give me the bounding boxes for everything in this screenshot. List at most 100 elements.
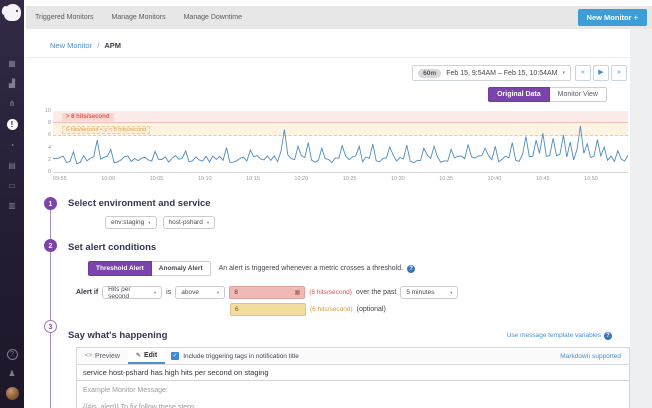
- monitor-steps: 1 2 3 Select environment and service env…: [24, 194, 630, 408]
- y-axis-tick: 2: [39, 157, 51, 163]
- time-span-badge: 60m: [418, 69, 441, 78]
- monitors-topnav: Triggered Monitors Manage Monitors Manag…: [26, 6, 652, 29]
- x-axis-tick: 10:05: [150, 176, 164, 182]
- step-3-badge: 3: [44, 320, 57, 333]
- monitor-title-input[interactable]: service host-pshard has high hits per se…: [76, 365, 630, 381]
- breadcrumb-current: APM: [104, 41, 121, 50]
- infrastructure-icon[interactable]: ▟: [6, 79, 18, 88]
- tab-edit[interactable]: ✎ Edit: [128, 348, 165, 364]
- chevron-down-icon: ▾: [148, 220, 150, 226]
- main-content: Triggered Monitors Manage Monitors Manag…: [24, 0, 652, 408]
- message-line: {{#is_alert}} To fix follow these steps: [83, 403, 623, 408]
- message-blank-line: [83, 395, 623, 403]
- step-2-title: Set alert conditions: [68, 242, 630, 253]
- help-icon[interactable]: ?: [7, 349, 18, 360]
- message-template-link[interactable]: Use message template variables ?: [507, 332, 612, 340]
- screenboards-icon[interactable]: ▭: [6, 181, 18, 190]
- tab-manage-monitors[interactable]: Manage Monitors: [103, 14, 175, 21]
- metrics-icon[interactable]: ◔: [6, 141, 18, 150]
- help-icon[interactable]: ?: [407, 265, 415, 273]
- metric-line-series: [53, 111, 628, 173]
- time-window-select[interactable]: 5 minutes ▾: [400, 286, 458, 299]
- datadog-logo-icon[interactable]: [4, 4, 21, 21]
- step-3-title: Say what's happening: [68, 330, 167, 341]
- breadcrumb-new-monitor-link[interactable]: New Monitor: [50, 41, 92, 50]
- warning-band-label: 6 hits/second < y < 8 hits/second: [62, 126, 150, 134]
- breadcrumb-separator: /: [97, 41, 99, 50]
- tab-preview[interactable]: <> Preview: [77, 348, 128, 364]
- breadcrumb: New Monitor / APM: [50, 41, 121, 50]
- comparator-value: above: [181, 289, 199, 296]
- include-tags-checkbox[interactable]: ✓ Include triggering tags in notificatio…: [171, 352, 299, 360]
- x-axis-tick: 10:25: [343, 176, 357, 182]
- alert-threshold-input[interactable]: 8 ▦: [229, 286, 305, 299]
- time-play-button[interactable]: ▶: [593, 65, 609, 81]
- metric-value: Hits per second: [108, 286, 150, 300]
- env-filter-value: env:staging: [111, 219, 144, 226]
- time-back-button[interactable]: «: [575, 65, 591, 81]
- monitor-message-textarea[interactable]: Example Monitor Message: {{#is_alert}} T…: [76, 381, 630, 408]
- message-editor-tabbar: <> Preview ✎ Edit ✓ Include triggering t…: [76, 347, 630, 365]
- team-icon[interactable]: ♟: [6, 369, 18, 378]
- alert-threshold-value: 8: [234, 289, 238, 296]
- is-label: is: [166, 289, 171, 296]
- step-2-badge: 2: [44, 239, 57, 252]
- x-axis-tick: 10:00: [101, 176, 115, 182]
- alert-if-label: Alert if: [76, 289, 98, 296]
- include-tags-label: Include triggering tags in notification …: [183, 353, 299, 360]
- x-axis-tick: 09:55: [53, 176, 67, 182]
- monitors-icon[interactable]: !: [7, 119, 18, 130]
- y-axis-tick: 8: [39, 120, 51, 126]
- notebooks-icon[interactable]: ▥: [6, 201, 18, 210]
- step-1-badge: 1: [44, 197, 57, 210]
- warning-threshold-input[interactable]: 6: [230, 303, 306, 316]
- x-axis-tick: 10:20: [294, 176, 308, 182]
- tab-preview-label: Preview: [95, 353, 120, 360]
- comparator-select[interactable]: above ▾: [175, 286, 225, 299]
- x-axis-tick: 10:15: [246, 176, 260, 182]
- chevron-down-icon: ▾: [154, 290, 156, 296]
- step-1-title: Select environment and service: [68, 198, 630, 209]
- pencil-icon: ✎: [136, 352, 141, 359]
- threshold-alert-button[interactable]: Threshold Alert: [88, 261, 152, 276]
- metric-select[interactable]: Hits per second ▾: [102, 286, 162, 299]
- env-filter-select[interactable]: env:staging ▾: [105, 216, 157, 229]
- markdown-supported-link[interactable]: Markdown supported: [560, 353, 621, 360]
- dashboards-icon[interactable]: ▦: [6, 59, 18, 68]
- x-axis-tick: 10:30: [391, 176, 405, 182]
- time-forward-button[interactable]: »: [611, 65, 627, 81]
- y-axis-tick: 6: [39, 132, 51, 138]
- anomaly-alert-button[interactable]: Anomaly Alert: [152, 261, 211, 276]
- optional-label: (optional): [357, 306, 386, 313]
- service-filter-value: host-pshard: [169, 219, 203, 226]
- steps-timeline: [50, 204, 51, 408]
- alert-type-description: An alert is triggered whenever a metric …: [219, 265, 403, 272]
- chart-plot-area[interactable]: > 8 hits/second 6 hits/second < y < 8 hi…: [53, 111, 628, 173]
- apm-icon[interactable]: ⋔: [6, 99, 18, 108]
- y-axis-tick: 10: [39, 108, 51, 114]
- tab-manage-downtime[interactable]: Manage Downtime: [175, 14, 251, 21]
- app-sidebar: ▦ ▟ ⋔ ! ◔ ▤ ▭ ▥ ? ♟: [0, 0, 24, 408]
- view-toggle: Original Data Monitor View: [488, 87, 607, 102]
- original-data-button[interactable]: Original Data: [488, 87, 550, 102]
- monitor-editor-app: ▦ ▟ ⋔ ! ◔ ▤ ▭ ▥ ? ♟ Triggered Monitors M…: [0, 0, 652, 408]
- warning-threshold-note: (6 hits/second): [310, 306, 353, 313]
- new-monitor-button[interactable]: New Monitor +: [578, 9, 647, 26]
- monitor-view-button[interactable]: Monitor View: [550, 87, 607, 102]
- alert-band-label: > 8 hits/second: [62, 113, 114, 121]
- divider: [26, 57, 630, 58]
- message-template-link-text: Use message template variables: [507, 332, 601, 339]
- user-avatar[interactable]: [6, 387, 19, 400]
- tab-triggered-monitors[interactable]: Triggered Monitors: [26, 14, 103, 21]
- help-icon[interactable]: ?: [604, 332, 612, 340]
- chevron-down-icon: ▾: [207, 220, 209, 226]
- service-filter-select[interactable]: host-pshard ▾: [163, 216, 216, 229]
- x-axis: 09:55 10:00 10:05 10:10 10:15 10:20 10:2…: [53, 176, 598, 182]
- over-the-past-label: over the past: [356, 289, 396, 296]
- time-range-selector[interactable]: 60m Feb 15, 9:54AM – Feb 15, 10:54AM ▾: [412, 65, 571, 81]
- x-axis-tick: 10:40: [488, 176, 502, 182]
- grid-icon: ▦: [295, 289, 301, 296]
- integrations-icon[interactable]: ▤: [6, 161, 18, 170]
- chevron-down-icon: ▾: [562, 70, 565, 76]
- warning-threshold-value: 6: [235, 306, 239, 313]
